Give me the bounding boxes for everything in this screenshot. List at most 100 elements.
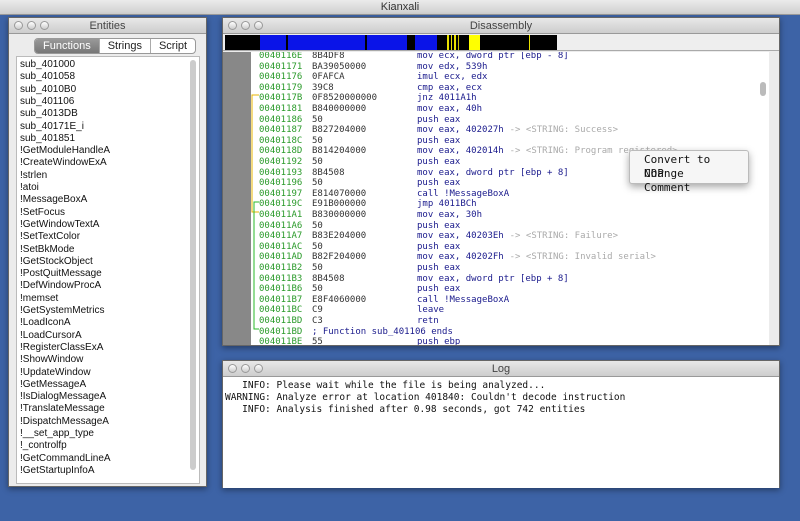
list-item[interactable]: sub_401000 bbox=[20, 59, 75, 70]
opcode-bytes: 50 bbox=[312, 241, 323, 252]
opcode-bytes: B83E204000 bbox=[312, 231, 367, 242]
instruction: push eax bbox=[417, 220, 461, 231]
menu-item-convert-to-nop[interactable]: Convert to NOP bbox=[630, 153, 748, 180]
opcode-bytes: B827204000 bbox=[312, 125, 367, 136]
opcode-bytes: 50 bbox=[312, 135, 323, 146]
instruction: mov eax, 40203Eh bbox=[417, 231, 504, 242]
instruction: call !MessageBoxA bbox=[417, 294, 510, 305]
opcode-bytes: ; Function sub_401106 ends bbox=[312, 326, 453, 337]
list-item[interactable]: !TranslateMessage bbox=[20, 403, 105, 414]
address: 004011A7 bbox=[259, 231, 303, 242]
instruction: push eax bbox=[417, 263, 461, 273]
minimize-icon[interactable] bbox=[241, 21, 250, 30]
instruction: mov eax, 40h bbox=[417, 104, 483, 114]
entities-title-bar[interactable]: Entities bbox=[9, 18, 206, 34]
list-item[interactable]: !strlen bbox=[20, 170, 47, 181]
instruction: call !MessageBoxA bbox=[417, 188, 510, 199]
list-item[interactable]: !SetFocus bbox=[20, 207, 65, 218]
address: 004011B7 bbox=[259, 294, 303, 305]
navigation-map[interactable] bbox=[223, 34, 779, 51]
opcode-bytes: E91B000000 bbox=[312, 199, 367, 210]
instruction: push eax bbox=[417, 114, 461, 125]
opcode-bytes: B830000000 bbox=[312, 210, 367, 220]
address: 00401187 bbox=[259, 125, 303, 136]
zoom-icon[interactable] bbox=[254, 21, 263, 30]
list-item[interactable]: sub_40171E_i bbox=[20, 121, 84, 132]
list-item[interactable]: !LoadCursorA bbox=[20, 330, 82, 341]
zoom-icon[interactable] bbox=[254, 364, 263, 373]
list-item[interactable]: !GetMessageA bbox=[20, 379, 86, 390]
jump-arrow-jnz bbox=[251, 94, 259, 213]
disassembly-window: Disassembly 0040116E 8B4DF8 mov ecx, dword… bbox=[222, 17, 780, 346]
list-item[interactable]: !GetModuleHandleA bbox=[20, 145, 110, 156]
tab-functions[interactable]: Functions bbox=[35, 39, 100, 53]
instruction: mov eax, 30h bbox=[417, 210, 483, 220]
opcode-bytes: C3 bbox=[312, 316, 323, 326]
list-item[interactable]: !SetBkMode bbox=[20, 244, 74, 255]
list-item[interactable]: !CreateWindowExA bbox=[20, 157, 107, 168]
address: 00401171 bbox=[259, 61, 303, 72]
instruction: mov edx, 539h bbox=[417, 61, 488, 72]
opcode-bytes: BA39050000 bbox=[312, 61, 367, 72]
opcode-bytes: B814204000 bbox=[312, 146, 367, 157]
instruction: push eax bbox=[417, 157, 461, 167]
list-item[interactable]: !DefWindowProcA bbox=[20, 280, 101, 291]
window-title: Log bbox=[491, 363, 511, 375]
list-item[interactable]: sub_4013DB bbox=[20, 108, 78, 119]
opcode-bytes: 50 bbox=[312, 114, 323, 125]
opcode-bytes: 50 bbox=[312, 178, 323, 189]
list-item[interactable]: !atoi bbox=[20, 182, 39, 193]
log-line: WARNING: Analyze error at location 40184… bbox=[225, 392, 626, 403]
log-title-bar[interactable]: Log bbox=[223, 361, 779, 377]
close-icon[interactable] bbox=[14, 21, 23, 30]
list-item[interactable]: !MessageBoxA bbox=[20, 194, 87, 205]
menu-item-change-comment[interactable]: Change Comment bbox=[630, 167, 748, 194]
list-item[interactable]: sub_4010B0 bbox=[20, 84, 76, 95]
instruction: mov eax, 40202Fh bbox=[417, 252, 504, 263]
instruction: mov ecx, dword ptr [ebp - 8] bbox=[417, 52, 569, 61]
list-item[interactable]: !GetStockObject bbox=[20, 256, 93, 267]
list-item[interactable]: !memset bbox=[20, 293, 58, 304]
navigation-bar[interactable] bbox=[223, 34, 779, 51]
list-item[interactable]: !GetSystemMetrics bbox=[20, 305, 104, 316]
instruction: jnz 4011A1h bbox=[417, 93, 477, 104]
address: 00401197 bbox=[259, 188, 303, 199]
list-item[interactable]: !GetCommandLineA bbox=[20, 453, 111, 464]
tab-script[interactable]: Script bbox=[151, 39, 195, 53]
list-item[interactable]: !__set_app_type bbox=[20, 428, 94, 439]
close-icon[interactable] bbox=[228, 21, 237, 30]
tab-strings[interactable]: Strings bbox=[100, 39, 151, 53]
vertical-scrollbar[interactable] bbox=[190, 60, 196, 470]
address: 004011BC bbox=[259, 305, 303, 316]
comment: -> <STRING: Success> bbox=[509, 125, 619, 136]
zoom-icon[interactable] bbox=[40, 21, 49, 30]
vertical-scrollbar[interactable] bbox=[760, 82, 766, 96]
list-item[interactable]: !LoadIconA bbox=[20, 317, 71, 328]
minimize-icon[interactable] bbox=[241, 364, 250, 373]
list-item[interactable]: !UpdateWindow bbox=[20, 367, 91, 378]
disassembly-view[interactable]: 0040116E 8B4DF8 mov ecx, dword ptr [ebp - … bbox=[223, 52, 769, 345]
list-item[interactable]: !DispatchMessageA bbox=[20, 416, 109, 427]
address: 004011B2 bbox=[259, 263, 303, 273]
list-item[interactable]: !SetTextColor bbox=[20, 231, 80, 242]
gutter bbox=[223, 52, 251, 345]
list-item[interactable]: sub_401851 bbox=[20, 133, 75, 144]
close-icon[interactable] bbox=[228, 364, 237, 373]
list-item[interactable]: !ShowWindow bbox=[20, 354, 83, 365]
log-window: Log INFO: Please wait while the file is … bbox=[222, 360, 780, 488]
list-item[interactable]: sub_401058 bbox=[20, 71, 75, 82]
address: 004011B3 bbox=[259, 273, 303, 284]
list-item[interactable]: sub_401106 bbox=[20, 96, 74, 107]
list-item[interactable]: !RegisterClassExA bbox=[20, 342, 103, 353]
address: 004011A1 bbox=[259, 210, 303, 220]
list-item[interactable]: !PostQuitMessage bbox=[20, 268, 102, 279]
list-item[interactable]: !GetStartupInfoA bbox=[20, 465, 95, 476]
opcode-bytes: E8F4060000 bbox=[312, 294, 367, 305]
disassembly-title-bar[interactable]: Disassembly bbox=[223, 18, 779, 34]
minimize-icon[interactable] bbox=[27, 21, 36, 30]
list-item[interactable]: !_controlfp bbox=[20, 440, 67, 451]
window-title: Entities bbox=[89, 20, 126, 32]
list-item[interactable]: !IsDialogMessageA bbox=[20, 391, 106, 402]
address: 0040119C bbox=[259, 199, 303, 210]
list-item[interactable]: !GetWindowTextA bbox=[20, 219, 99, 230]
